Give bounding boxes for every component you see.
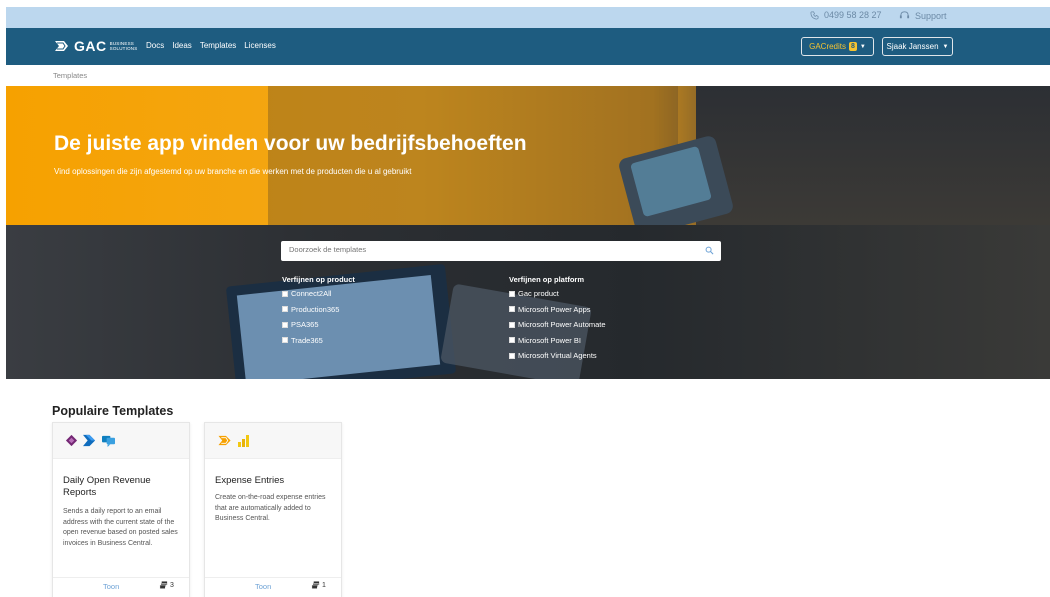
platform-filter: Verfijnen op platform Gac product Micros… <box>509 275 606 364</box>
brand-name: GAC <box>74 38 107 54</box>
checkbox[interactable] <box>509 321 515 328</box>
phone-number: 0499 58 28 27 <box>824 10 882 20</box>
filter-platform-virtual-agents[interactable]: Microsoft Virtual Agents <box>509 348 606 364</box>
count-value: 1 <box>322 582 326 589</box>
checkbox[interactable] <box>282 337 288 344</box>
filter-product-connect2all[interactable]: Connect2All <box>282 286 355 302</box>
filter-label: PSA365 <box>291 320 319 330</box>
filter-label: Production365 <box>291 304 340 314</box>
virtual-agents-icon <box>102 435 115 447</box>
user-name: Sjaak Janssen <box>886 42 939 51</box>
filter-label: Trade365 <box>291 335 323 345</box>
filter-product-psa365[interactable]: PSA365 <box>282 317 355 333</box>
search-icon[interactable] <box>705 246 714 255</box>
popular-templates-title: Populaire Templates <box>52 404 174 418</box>
count-value: 3 <box>170 582 174 589</box>
nav-links: Docs Ideas Templates Licenses <box>146 41 276 50</box>
product-filter-title: Verfijnen op product <box>282 275 355 284</box>
headset-icon <box>899 11 910 19</box>
card-icon-row <box>205 423 341 459</box>
show-template-link[interactable]: Toon <box>255 582 271 591</box>
card-description: Sends a daily report to an email address… <box>63 508 178 547</box>
card-description: Create on-the-road expense entries that … <box>215 494 326 522</box>
card-title[interactable]: Expense Entries <box>215 475 333 487</box>
nav-licenses[interactable]: Licenses <box>244 41 276 50</box>
filter-platform-gac-product[interactable]: Gac product <box>509 286 606 302</box>
filter-label: Microsoft Power Automate <box>518 320 606 330</box>
stack-count: 3 <box>159 581 174 590</box>
template-card[interactable]: Daily Open Revenue Reports Sends a daily… <box>52 422 190 597</box>
filter-product-trade365[interactable]: Trade365 <box>282 333 355 349</box>
filter-label: Gac product <box>518 289 559 299</box>
checkbox[interactable] <box>282 306 288 313</box>
filter-label: Microsoft Power Apps <box>518 304 591 314</box>
nav-templates[interactable]: Templates <box>200 41 236 50</box>
filter-label: Microsoft Power BI <box>518 335 581 345</box>
filter-label: Microsoft Virtual Agents <box>518 351 597 361</box>
credits-count-badge: 8 <box>849 42 857 51</box>
stack-count: 1 <box>311 581 326 590</box>
hero-background-monitor <box>696 86 1050 225</box>
utility-bar: 0499 58 28 27 Support <box>6 7 1050 28</box>
search-section: Verfijnen op product Connect2All Product… <box>6 225 1050 379</box>
hero-subtitle: Vind oplossingen die zijn afgestemd op u… <box>54 167 412 176</box>
layers-icon <box>159 581 168 589</box>
brand-logo[interactable]: GAC BUSINESS SOLUTIONS <box>54 38 137 54</box>
checkbox[interactable] <box>509 352 515 359</box>
filter-label: Connect2All <box>291 289 332 299</box>
credits-label: GACredits <box>809 42 847 51</box>
search-input[interactable] <box>289 245 689 254</box>
nav-ideas[interactable]: Ideas <box>172 41 192 50</box>
product-filter: Verfijnen op product Connect2All Product… <box>282 275 355 348</box>
card-icon-row <box>53 423 189 459</box>
breadcrumb[interactable]: Templates <box>53 71 87 80</box>
hero-title: De juiste app vinden voor uw bedrijfsbeh… <box>54 132 527 155</box>
user-dropdown[interactable]: Sjaak Janssen ▼ <box>882 37 953 56</box>
search-box <box>281 241 721 261</box>
card-footer: Toon 3 <box>53 577 189 595</box>
gac-logo-icon <box>55 41 68 51</box>
nav-docs[interactable]: Docs <box>146 41 164 50</box>
credits-dropdown[interactable]: GACredits 8 ▼ <box>801 37 874 56</box>
hero-banner: De juiste app vinden voor uw bedrijfsbeh… <box>6 86 1050 225</box>
power-apps-icon <box>65 434 78 447</box>
caret-down-icon: ▼ <box>942 43 949 50</box>
main-navbar: GAC BUSINESS SOLUTIONS Docs Ideas Templat… <box>6 28 1050 65</box>
layers-icon <box>311 581 320 589</box>
filter-platform-power-automate[interactable]: Microsoft Power Automate <box>509 317 606 333</box>
filter-product-production365[interactable]: Production365 <box>282 302 355 318</box>
caret-down-icon: ▼ <box>859 43 866 50</box>
checkbox[interactable] <box>282 290 288 297</box>
power-automate-icon <box>83 434 96 447</box>
checkbox[interactable] <box>509 337 515 344</box>
checkbox[interactable] <box>509 290 515 297</box>
checkbox[interactable] <box>509 306 515 313</box>
filter-platform-power-apps[interactable]: Microsoft Power Apps <box>509 302 606 318</box>
show-template-link[interactable]: Toon <box>103 582 119 591</box>
filter-platform-power-bi[interactable]: Microsoft Power BI <box>509 333 606 349</box>
phone-icon <box>810 11 819 19</box>
card-title[interactable]: Daily Open Revenue Reports <box>63 475 181 499</box>
checkbox[interactable] <box>282 321 288 328</box>
support-link[interactable]: Support <box>899 10 947 21</box>
power-bi-icon <box>238 434 249 447</box>
gac-icon <box>218 435 231 446</box>
card-footer: Toon 1 <box>205 577 341 595</box>
template-card[interactable]: Expense Entries Create on-the-road expen… <box>204 422 342 597</box>
support-label: Support <box>915 10 947 21</box>
brand-subtitle: BUSINESS SOLUTIONS <box>109 41 138 51</box>
platform-filter-title: Verfijnen op platform <box>509 275 585 284</box>
phone-link[interactable]: 0499 58 28 27 <box>810 10 882 20</box>
